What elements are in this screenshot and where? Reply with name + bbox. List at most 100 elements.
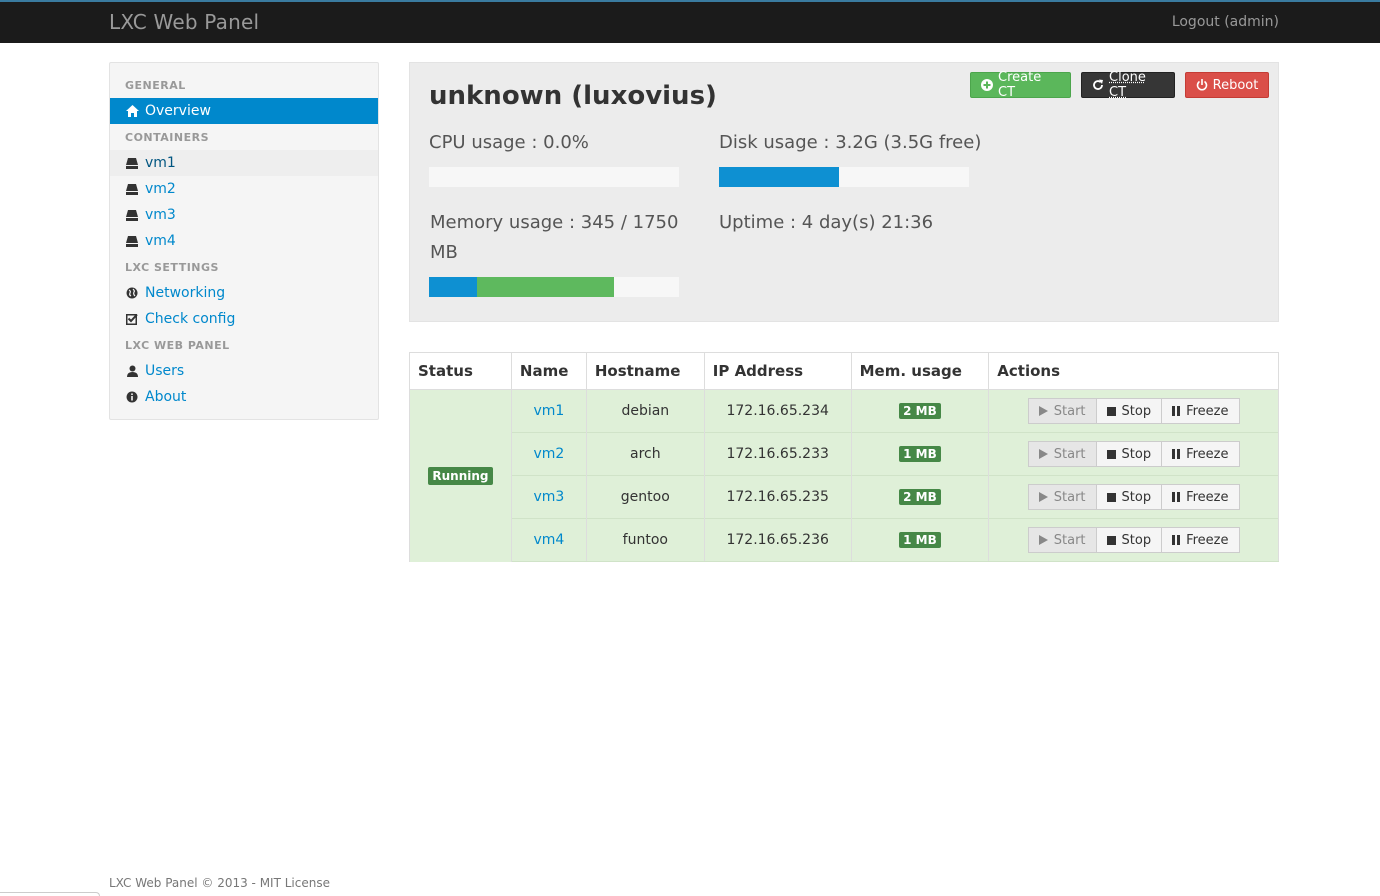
status-cell: Running <box>409 389 512 562</box>
footer: LXC Web Panel © 2013 - MIT License <box>109 876 330 890</box>
sidebar-item-overview[interactable]: Overview <box>110 98 378 124</box>
stop-button[interactable]: Stop <box>1096 484 1163 510</box>
ip-cell: 172.16.65.235 <box>703 475 852 519</box>
sidebar-item-label: vm4 <box>145 233 176 249</box>
memory-usage-label: Memory usage : 345 / 1750 MB <box>430 212 679 263</box>
column-header-hostname: Hostname <box>585 352 705 390</box>
sidebar-item-vm4[interactable]: vm4 <box>110 228 378 254</box>
container-link[interactable]: vm3 <box>533 489 564 505</box>
logout-link[interactable]: Logout (admin) <box>1172 14 1279 30</box>
pause-icon <box>1172 492 1181 502</box>
brand[interactable]: LXC Web Panel <box>109 10 259 34</box>
freeze-button[interactable]: Freeze <box>1162 398 1240 424</box>
start-button[interactable]: Start <box>1027 441 1097 467</box>
containers-table: Status Name Hostname IP Address Mem. usa… <box>409 352 1279 562</box>
hostname-cell: gentoo <box>585 475 705 519</box>
clone-ct-button[interactable]: Clone CT <box>1081 70 1175 100</box>
nav-header-lxc-settings: LXC SETTINGS <box>125 261 219 274</box>
action-button-group: Start Stop Freeze <box>1027 398 1240 424</box>
status-badge: Running <box>428 466 493 485</box>
memory-cached-fill <box>476 277 614 297</box>
action-button-group: Start Stop Freeze <box>1027 441 1240 467</box>
sidebar-item-label: Overview <box>145 103 211 119</box>
reboot-button[interactable]: Reboot <box>1185 72 1269 98</box>
ip-cell: 172.16.65.233 <box>703 432 852 476</box>
hostname-cell: debian <box>585 389 705 433</box>
sidebar-item-check-config[interactable]: Check config <box>110 306 378 332</box>
mem-cell: 1 MB <box>850 518 990 562</box>
disk-usage-fill <box>719 167 839 187</box>
globe-icon <box>125 286 139 300</box>
hostname-cell: funtoo <box>585 518 705 562</box>
column-header-status: Status <box>409 352 512 390</box>
name-cell: vm4 <box>510 518 587 562</box>
stop-label: Stop <box>1121 532 1152 548</box>
start-button[interactable]: Start <box>1027 484 1097 510</box>
sidebar-item-vm2[interactable]: vm2 <box>110 176 378 202</box>
name-cell: vm2 <box>510 432 587 476</box>
sidebar-item-about[interactable]: About <box>110 384 378 410</box>
stop-icon <box>1106 406 1116 416</box>
sidebar-item-label: vm2 <box>145 181 176 197</box>
stop-icon <box>1106 535 1116 545</box>
freeze-button[interactable]: Freeze <box>1162 527 1240 553</box>
cpu-usage-label: CPU usage : 0.0% <box>429 132 589 153</box>
freeze-label: Freeze <box>1186 446 1229 462</box>
play-icon <box>1038 492 1048 502</box>
mem-badge: 1 MB <box>899 446 941 462</box>
page-title: unknown (luxovius) <box>429 81 717 111</box>
container-link[interactable]: vm4 <box>533 532 564 548</box>
start-label: Start <box>1053 532 1086 548</box>
actions-cell: Start Stop Freeze <box>988 432 1279 476</box>
table-row: vm2 arch 172.16.65.233 1 MB Start Stop F… <box>410 432 1279 476</box>
hdd-icon <box>125 234 139 248</box>
nav-header-general: GENERAL <box>125 79 186 92</box>
mem-badge: 1 MB <box>899 532 941 548</box>
actions-cell: Start Stop Freeze <box>988 475 1279 519</box>
disk-usage-label: Disk usage : 3.2G (3.5G free) <box>719 132 982 153</box>
name-cell: vm1 <box>510 389 587 433</box>
play-icon <box>1038 535 1048 545</box>
memory-usage-bar <box>429 277 679 297</box>
sidebar-item-label: Networking <box>145 285 226 301</box>
start-label: Start <box>1053 403 1086 419</box>
sidebar-item-vm3[interactable]: vm3 <box>110 202 378 228</box>
ip-cell: 172.16.65.236 <box>703 518 852 562</box>
create-ct-button[interactable]: Create CT <box>970 70 1071 100</box>
container-link[interactable]: vm2 <box>533 446 564 462</box>
sidebar-item-label: vm3 <box>145 207 176 223</box>
uptime-label: Uptime : 4 day(s) 21:36 <box>719 212 934 233</box>
sidebar-item-vm1[interactable]: vm1 <box>110 150 378 176</box>
mem-cell: 2 MB <box>850 475 990 519</box>
stop-button[interactable]: Stop <box>1096 398 1163 424</box>
table-row: vm4 funtoo 172.16.65.236 1 MB Start Stop… <box>410 518 1279 562</box>
sidebar: GENERAL Overview CONTAINERS vm1 vm2 vm3 … <box>109 62 379 420</box>
stop-icon <box>1106 492 1116 502</box>
freeze-button[interactable]: Freeze <box>1162 441 1240 467</box>
sidebar-item-networking[interactable]: Networking <box>110 280 378 306</box>
freeze-button[interactable]: Freeze <box>1162 484 1240 510</box>
ip-cell: 172.16.65.234 <box>703 389 852 433</box>
reboot-label: Reboot <box>1212 77 1259 93</box>
mem-badge: 2 MB <box>899 489 941 505</box>
name-cell: vm3 <box>510 475 587 519</box>
power-icon <box>1196 79 1208 91</box>
sidebar-item-label: vm1 <box>145 155 176 171</box>
stop-label: Stop <box>1121 446 1152 462</box>
sidebar-item-users[interactable]: Users <box>110 358 378 384</box>
pause-icon <box>1172 449 1181 459</box>
stop-button[interactable]: Stop <box>1096 441 1163 467</box>
start-label: Start <box>1053 446 1086 462</box>
start-button[interactable]: Start <box>1027 527 1097 553</box>
clone-ct-label: Clone CT <box>1109 70 1146 100</box>
host-summary-panel: unknown (luxovius) Create CT Clone CT Re… <box>409 62 1279 322</box>
stop-button[interactable]: Stop <box>1096 527 1163 553</box>
user-icon <box>125 364 139 378</box>
table-row: vm3 gentoo 172.16.65.235 2 MB Start Stop… <box>410 475 1279 519</box>
start-label: Start <box>1053 489 1086 505</box>
stop-icon <box>1106 449 1116 459</box>
container-link[interactable]: vm1 <box>533 403 564 419</box>
mem-cell: 1 MB <box>850 432 990 476</box>
start-button[interactable]: Start <box>1027 398 1097 424</box>
hdd-icon <box>125 182 139 196</box>
